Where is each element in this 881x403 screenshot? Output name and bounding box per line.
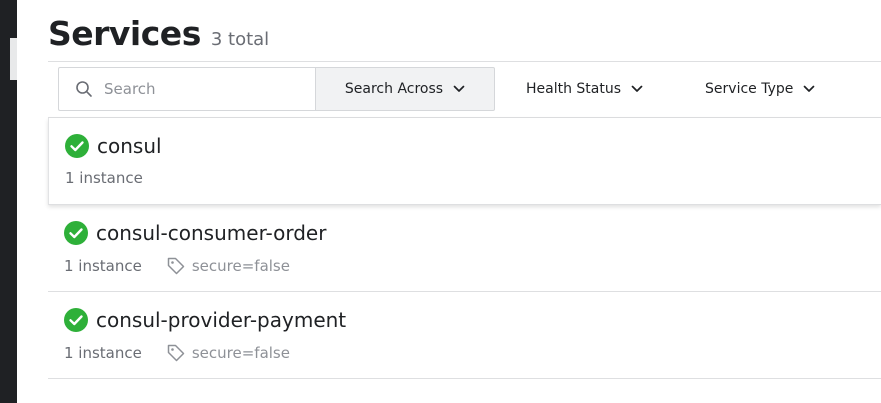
service-meta: 1 instance secure=false — [64, 343, 290, 363]
filter-toolbar: Search Across Health Status Service Type — [58, 67, 815, 111]
check-circle-icon — [64, 221, 88, 245]
check-circle-icon — [64, 308, 88, 332]
service-meta: 1 instance secure=false — [64, 256, 290, 276]
left-nav-bar — [0, 0, 17, 403]
chevron-down-icon — [631, 85, 643, 92]
chevron-down-icon — [453, 85, 465, 92]
tag-group: secure=false — [166, 343, 290, 363]
search-across-label: Search Across — [344, 81, 444, 97]
nav-active-tab[interactable] — [10, 38, 17, 80]
search-across-dropdown[interactable]: Search Across — [315, 67, 495, 111]
service-name[interactable]: consul — [97, 134, 162, 158]
tag-icon — [167, 344, 185, 362]
instance-count: 1 instance — [64, 257, 142, 275]
service-name-line: consul-provider-payment — [64, 308, 346, 332]
service-row-consul-provider-payment[interactable]: consul-provider-payment 1 instance secur… — [48, 292, 881, 379]
service-count: 3 total — [210, 29, 270, 50]
instance-count: 1 instance — [64, 344, 142, 362]
service-name-line: consul — [65, 134, 162, 158]
service-name[interactable]: consul-provider-payment — [96, 308, 346, 332]
instance-count: 1 instance — [65, 169, 143, 187]
check-circle-icon — [65, 134, 89, 158]
health-status-filter[interactable]: Health Status — [526, 67, 643, 111]
page-title: Services — [48, 14, 201, 53]
service-type-label: Service Type — [705, 81, 794, 97]
header-divider — [48, 61, 881, 62]
tag-group: secure=false — [166, 256, 290, 276]
service-meta: 1 instance — [65, 169, 143, 187]
chevron-down-icon — [804, 85, 815, 92]
page-header: Services 3 total — [48, 14, 269, 60]
service-row-consul[interactable]: consul 1 instance — [48, 118, 881, 205]
search-input[interactable] — [104, 80, 294, 98]
service-tag: secure=false — [191, 344, 290, 362]
service-list: consul 1 instance consul-consumer-order … — [48, 118, 881, 379]
health-status-label: Health Status — [526, 81, 622, 97]
service-type-filter[interactable]: Service Type — [705, 67, 815, 111]
service-row-consul-consumer-order[interactable]: consul-consumer-order 1 instance secure=… — [48, 205, 881, 292]
service-name-line: consul-consumer-order — [64, 221, 326, 245]
search-icon — [76, 81, 92, 97]
tag-icon — [167, 257, 185, 275]
service-name[interactable]: consul-consumer-order — [96, 221, 326, 245]
service-tag: secure=false — [191, 257, 290, 275]
search-box[interactable] — [58, 67, 315, 111]
